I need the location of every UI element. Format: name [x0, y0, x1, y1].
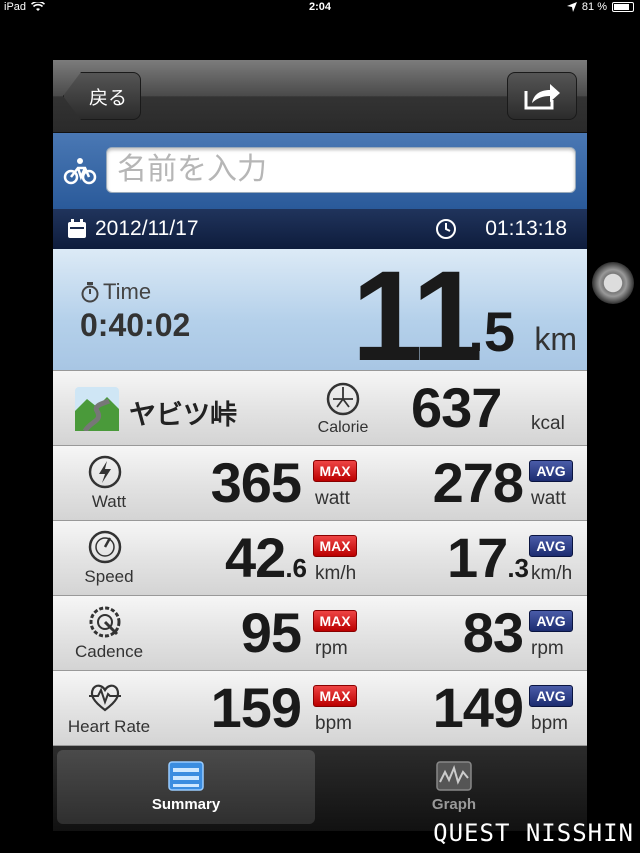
avg-value: 149: [432, 676, 524, 739]
calorie-gauge-icon: [326, 382, 360, 416]
avg-value: 17.3: [447, 526, 529, 589]
share-button[interactable]: [507, 72, 577, 120]
tab-graph-label: Graph: [431, 796, 477, 813]
stat-label: Watt: [91, 492, 127, 511]
battery-percent: 81 %: [581, 1, 607, 13]
watermark: QUEST NISSHIN: [433, 819, 634, 847]
max-badge: MAX: [313, 610, 357, 632]
avg-unit: km/h: [531, 563, 573, 584]
navigation-bar: 戻る: [53, 60, 587, 133]
session-clock: 01:13:18: [485, 217, 567, 240]
avg-badge: AVG: [529, 460, 573, 482]
max-unit: bpm: [315, 713, 352, 734]
app-window: 戻る 名前を入力 2012/11/17 01:13:18 Time 0:40:0…: [53, 60, 587, 746]
avg-value: 278: [432, 451, 524, 514]
calendar-icon: [68, 219, 86, 238]
name-input[interactable]: 名前を入力: [106, 147, 576, 193]
status-time: 2:04: [308, 1, 332, 13]
avg-badge: AVG: [529, 610, 573, 632]
crank-gear-icon: [89, 606, 121, 638]
heartbeat-icon: [89, 684, 121, 712]
back-button[interactable]: 戻る: [63, 72, 141, 120]
avg-badge: AVG: [529, 535, 573, 557]
share-icon: [524, 84, 560, 110]
graph-icon: [436, 761, 472, 791]
max-badge: MAX: [313, 460, 357, 482]
summary-icon: [168, 761, 204, 791]
distance-unit: km: [534, 321, 577, 357]
tab-summary[interactable]: Summary: [57, 750, 315, 824]
stat-row-cadence: Cadence 95 MAX rpm 83 AVG rpm: [53, 596, 587, 671]
stat-row-heart-rate: Heart Rate 159 MAX bpm 149 AVG bpm: [53, 671, 587, 746]
assistive-touch-button[interactable]: [592, 262, 634, 304]
stat-label: Cadence: [74, 642, 144, 661]
time-value: 0:40:02: [80, 307, 191, 343]
session-date: 2012/11/17: [95, 217, 199, 240]
summary-hero: Time 0:40:02 11 .5 km: [53, 245, 587, 388]
avg-unit: watt: [531, 488, 566, 509]
bicycle-icon: [63, 158, 97, 185]
distance-integer: 11: [351, 245, 483, 388]
avg-unit: rpm: [531, 638, 564, 659]
avg-badge: AVG: [529, 685, 573, 707]
distance-decimal: .5: [468, 300, 515, 363]
max-unit: watt: [315, 488, 350, 509]
max-value: 42.6: [225, 526, 307, 589]
calorie-label: Calorie: [317, 419, 369, 436]
name-row: 名前を入力: [53, 133, 587, 209]
stat-label: Heart Rate: [67, 717, 151, 736]
max-value: 95: [240, 601, 302, 664]
time-label: Time: [103, 279, 152, 304]
max-badge: MAX: [313, 685, 357, 707]
route-calorie-row: ヤビツ峠 Calorie 637 kcal: [53, 371, 587, 446]
date-row: 2012/11/17 01:13:18: [53, 209, 587, 249]
stopwatch-icon: [81, 282, 99, 303]
speedometer-icon: [88, 530, 122, 564]
stat-label: Speed: [84, 567, 134, 586]
max-value: 365: [210, 451, 302, 514]
clock-icon: [436, 219, 456, 239]
max-unit: km/h: [315, 563, 357, 584]
tab-graph[interactable]: Graph: [325, 750, 583, 824]
status-bar: iPad 2:04 81 %: [0, 0, 640, 16]
stat-row-speed: Speed 42.6 MAX km/h 17.3 AVG km/h: [53, 521, 587, 596]
lightning-icon: [88, 455, 122, 489]
location-arrow-icon: [566, 2, 577, 12]
route-name: ヤビツ峠: [129, 400, 237, 431]
battery-icon: [612, 2, 634, 12]
avg-unit: bpm: [531, 713, 568, 734]
calorie-value: 637: [411, 376, 502, 439]
stat-row-watt: Watt 365 MAX watt 278 AVG watt: [53, 446, 587, 521]
max-badge: MAX: [313, 535, 357, 557]
max-value: 159: [210, 676, 302, 739]
mountain-road-icon: [75, 387, 119, 431]
calorie-unit: kcal: [531, 413, 565, 434]
tab-summary-label: Summary: [151, 796, 221, 813]
avg-value: 83: [462, 601, 524, 664]
max-unit: rpm: [315, 638, 348, 659]
